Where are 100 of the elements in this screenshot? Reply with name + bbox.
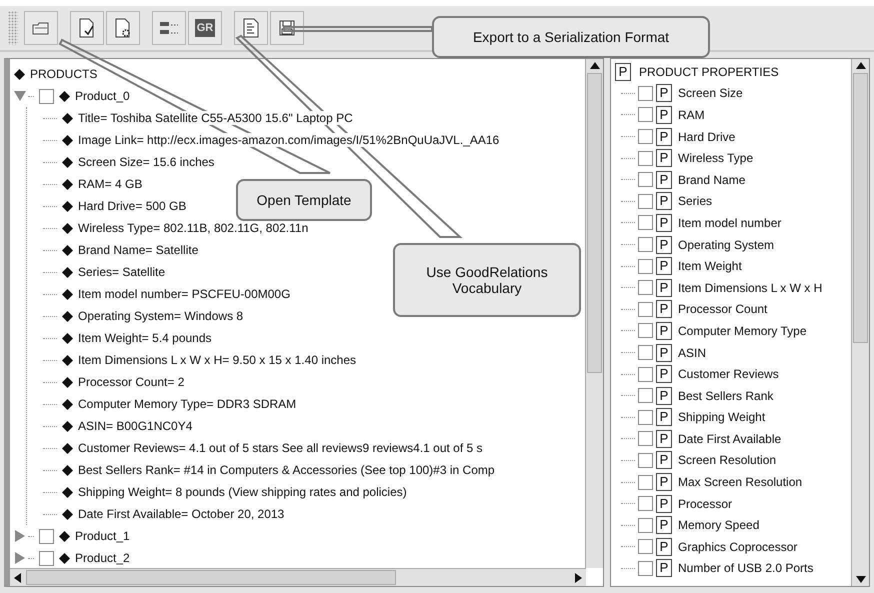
checkbox[interactable] [638, 129, 653, 144]
property-label[interactable]: Date First Available [678, 432, 782, 446]
collapse-icon[interactable] [14, 90, 28, 102]
diamond-icon [14, 68, 25, 80]
property-label[interactable]: Processor Count [678, 302, 768, 316]
callout: Open Template [236, 179, 372, 221]
checkbox[interactable] [638, 237, 653, 252]
arrow-left-icon[interactable] [14, 572, 22, 582]
property-badge: P [656, 408, 672, 426]
diamond-icon [62, 266, 73, 278]
product-label[interactable]: Product_0 [75, 89, 130, 103]
toolbar-button[interactable] [106, 11, 140, 45]
checkbox[interactable] [638, 172, 653, 188]
property-label[interactable]: Operating System [678, 238, 774, 252]
attribute-label: Operating System= Windows 8 [78, 309, 244, 323]
toolbar-grip[interactable] [8, 11, 18, 45]
attribute-label: Processor Count= 2 [78, 375, 184, 389]
property-label[interactable]: ASIN [678, 346, 706, 360]
checkbox[interactable] [638, 302, 653, 317]
attribute-label: Customer Reviews= 4.1 out of 5 stars See all reviews9 reviews4.1 out of 5 s [78, 441, 483, 455]
checkbox[interactable] [39, 528, 54, 544]
property-label[interactable]: Item Weight [678, 259, 742, 274]
property-badge: P [656, 106, 672, 124]
property-badge: P [656, 257, 672, 276]
checkbox[interactable] [39, 88, 54, 104]
toolbar-button[interactable] [234, 11, 268, 45]
checkbox[interactable] [638, 280, 653, 296]
attribute-label: Brand Name= Satellite [78, 243, 198, 257]
property-badge: P [656, 516, 672, 534]
checkbox[interactable] [638, 388, 653, 404]
document-gear-icon [114, 18, 132, 38]
checkbox[interactable] [638, 410, 653, 425]
checkbox[interactable] [638, 366, 653, 382]
checkbox[interactable] [638, 323, 653, 338]
property-label[interactable]: Hard Drive [678, 130, 736, 144]
property-badge: P [656, 473, 672, 492]
property-label[interactable]: Computer Memory Type [678, 324, 806, 338]
checkbox[interactable] [39, 550, 54, 566]
arrow-up-icon[interactable] [590, 62, 600, 70]
checkbox[interactable] [638, 518, 653, 533]
tree-root-label: PRODUCTS [30, 67, 98, 81]
arrow-right-icon[interactable] [574, 572, 582, 582]
scrollbar-thumb[interactable] [853, 73, 868, 343]
toolbar-button[interactable] [70, 11, 104, 45]
property-label[interactable]: Wireless Type [678, 151, 754, 166]
vertical-scrollbar[interactable] [585, 59, 603, 568]
property-label[interactable]: Shipping Weight [678, 410, 766, 424]
vocabulary-button[interactable]: GR [188, 11, 222, 45]
checkbox[interactable] [638, 86, 653, 101]
checkbox[interactable] [638, 539, 653, 554]
checkbox[interactable] [638, 474, 653, 490]
toolbar-button[interactable] [24, 11, 58, 45]
checkbox[interactable] [638, 345, 653, 360]
property-label[interactable]: Processor [678, 496, 732, 511]
checkbox[interactable] [638, 452, 653, 468]
property-label[interactable]: Memory Speed [678, 518, 760, 532]
product-label[interactable]: Product_1 [75, 529, 130, 543]
property-label[interactable]: Series [678, 194, 712, 208]
property-label[interactable]: Best Sellers Rank [678, 388, 774, 403]
scrollbar-thumb[interactable] [26, 570, 396, 585]
document-lines-icon [243, 18, 259, 38]
checkbox[interactable] [638, 560, 653, 576]
checkbox[interactable] [638, 258, 653, 274]
horizontal-scrollbar[interactable] [10, 568, 586, 586]
property-badge: P [656, 278, 672, 297]
product-label[interactable]: Product_2 [75, 551, 130, 565]
property-label[interactable]: Brand Name [678, 172, 746, 187]
checkbox[interactable] [638, 194, 653, 209]
property-label[interactable]: Max Screen Resolution [678, 475, 802, 490]
property-badge: P [656, 494, 672, 513]
attribute-label: Computer Memory Type= DDR3 SDRAM [78, 397, 296, 411]
checkbox[interactable] [638, 215, 653, 230]
property-label[interactable]: Number of USB 2.0 Ports [678, 561, 814, 576]
property-badge: P [656, 149, 672, 168]
folder-icon [32, 21, 50, 35]
checkbox[interactable] [638, 431, 653, 446]
property-label[interactable]: Item model number [678, 216, 782, 230]
property-label[interactable]: Graphics Coprocessor [678, 540, 798, 554]
property-label[interactable]: RAM [678, 108, 705, 122]
attribute-label: Image Link= http://ecx.images-amazon.com/images/I/51%2BnQuUaJVL._AA16 [78, 133, 500, 147]
property-badge: P [656, 386, 672, 405]
toolbar-button[interactable] [152, 11, 186, 45]
toolbar-button[interactable] [270, 11, 304, 45]
diamond-icon [59, 530, 70, 542]
attribute-label: Series= Satellite [78, 265, 166, 279]
property-badge: P [656, 170, 672, 189]
property-label[interactable]: Screen Size [678, 86, 743, 100]
diamond-icon [62, 354, 73, 366]
checkbox[interactable] [638, 496, 653, 512]
arrow-down-icon[interactable] [856, 575, 866, 583]
vertical-scrollbar[interactable] [851, 59, 869, 586]
arrow-up-icon[interactable] [856, 62, 866, 70]
property-label[interactable]: Item Dimensions L x W x H [678, 280, 822, 295]
property-label[interactable]: Screen Resolution [678, 453, 776, 468]
property-label[interactable]: Customer Reviews [678, 367, 779, 382]
checkbox[interactable] [638, 150, 653, 166]
checkbox[interactable] [638, 107, 653, 122]
property-badge: P [656, 84, 672, 102]
attribute-label: Item Dimensions L x W x H= 9.50 x 15 x 1.40 inches [78, 353, 356, 367]
scrollbar-thumb[interactable] [587, 73, 602, 373]
